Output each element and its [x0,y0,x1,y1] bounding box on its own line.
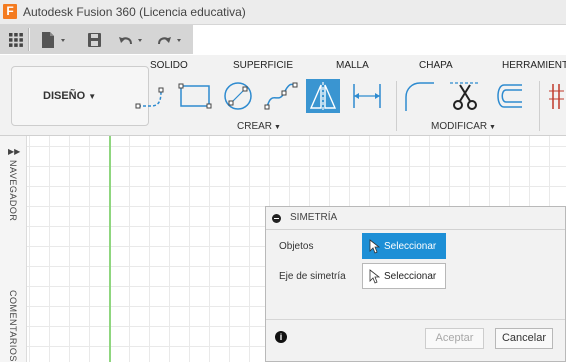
cursor-arrow-icon [369,269,380,284]
group-divider [539,81,540,131]
tab-solido[interactable]: SOLIDO [150,60,188,71]
dialog-divider [266,319,565,320]
line-tool-icon[interactable] [135,79,169,113]
mirror-axis-label: Eje de simetría [279,271,346,282]
workspace-label: DISEÑO [43,90,86,102]
info-icon[interactable]: i [275,331,287,343]
redo-icon[interactable] [155,30,187,50]
objects-label: Objetos [279,241,314,252]
tab-superficie[interactable]: SUPERFICIE [233,60,293,71]
tab-malla[interactable]: MALLA [336,60,369,71]
trim-scissors-icon[interactable] [448,79,482,113]
workspace-switcher-button[interactable]: DISEÑO ▼ [11,66,149,126]
objects-select-button[interactable]: Seleccionar [362,233,446,259]
navigator-panel-label[interactable]: NAVEGADOR [8,160,18,221]
modify-group-label: MODIFICAR [431,121,488,132]
dimension-tool-icon[interactable] [350,79,384,113]
dropdown-caret-icon: ▼ [487,124,496,131]
cancel-button[interactable]: Cancelar [495,328,553,349]
dropdown-caret-icon: ▼ [272,124,281,131]
circle-tool-icon[interactable] [221,79,255,113]
ok-button[interactable]: Aceptar [425,328,484,349]
create-group-label: CREAR [237,121,273,132]
fillet-tool-icon[interactable] [402,79,436,113]
objects-select-label: Seleccionar [384,241,437,252]
file-menu-icon[interactable] [38,30,70,50]
mirror-axis-select-button[interactable]: Seleccionar [362,263,446,289]
toolbar-divider [28,28,30,51]
spline-tool-icon[interactable] [264,79,298,113]
constraint-tool-icon[interactable] [546,79,566,113]
mirror-tool-icon[interactable] [306,79,340,113]
mirror-dialog: SIMETRÍA Objetos Seleccionar Eje de sime… [265,206,566,362]
tab-chapa[interactable]: CHAPA [419,60,453,71]
window-title: Autodesk Fusion 360 (Licencia educativa) [23,5,246,19]
create-menu[interactable]: CREAR ▼ [237,121,281,132]
comments-panel-label[interactable]: COMENTARIOS [8,290,18,362]
offset-tool-icon[interactable] [490,79,524,113]
cursor-arrow-icon [369,239,380,254]
grid-menu-icon[interactable] [6,30,26,50]
rectangle-tool-icon[interactable] [178,79,212,113]
save-icon[interactable] [84,30,104,50]
y-axis-line [109,136,111,362]
dropdown-caret-icon: ▼ [88,92,97,101]
toolbar-ribbon: SOLIDO SUPERFICIE MALLA CHAPA HERRAMIENT… [0,55,566,136]
dialog-title: SIMETRÍA [290,212,338,223]
mirror-axis-select-label: Seleccionar [384,271,437,282]
quick-access-toolbar [0,25,193,54]
fusion-logo-icon: F [3,4,17,19]
expand-chevron-icon[interactable]: ▶▶ [8,147,20,156]
group-divider [396,81,397,131]
modify-menu[interactable]: MODIFICAR ▼ [431,121,496,132]
title-bar: F Autodesk Fusion 360 (Licencia educativ… [0,0,566,25]
tab-herramientas[interactable]: HERRAMIENTA [502,60,566,71]
undo-icon[interactable] [116,30,148,50]
collapse-icon[interactable] [272,214,281,223]
dialog-header: SIMETRÍA [266,207,565,230]
